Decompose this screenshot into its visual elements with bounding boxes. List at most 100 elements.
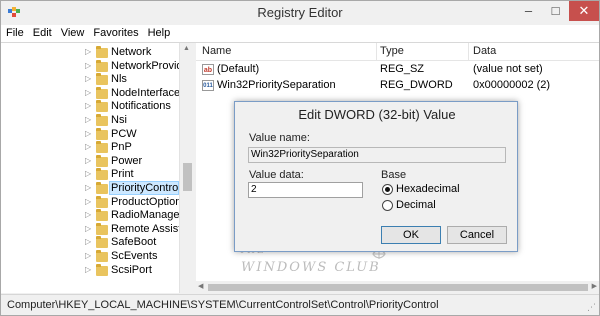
folder-icon (96, 86, 108, 99)
cancel-button[interactable]: Cancel (447, 226, 507, 244)
column-header-data[interactable]: Data (473, 45, 496, 57)
scroll-left-arrow-icon[interactable]: ◀ (198, 282, 203, 290)
menu-view[interactable]: View (56, 25, 89, 39)
expand-chevron-icon[interactable]: ▷ (85, 251, 93, 260)
tree-item-label: Nsi (111, 114, 127, 126)
list-horizontal-scrollbar[interactable]: ◀ ▶ (196, 281, 599, 294)
value-type: REG_SZ (380, 63, 425, 75)
tree-item[interactable]: ▷ ScsiPort (1, 263, 179, 278)
expand-chevron-icon[interactable]: ▷ (85, 88, 93, 97)
decimal-radio-button[interactable] (382, 200, 393, 211)
tree-item-label: ProductOptions (111, 195, 181, 208)
folder-icon (96, 209, 108, 222)
value-name-field[interactable]: Win32PrioritySeparation (248, 147, 506, 163)
folder-icon (96, 222, 108, 235)
hexadecimal-radio-button[interactable] (382, 184, 393, 195)
tree-item-label: NodeInterfaces (111, 86, 181, 99)
ok-button[interactable]: OK (381, 226, 441, 244)
folder-icon (96, 263, 108, 276)
tree-item[interactable]: ▷ PCW (1, 127, 179, 142)
resize-grip-icon[interactable]: ⋰ (587, 302, 596, 313)
value-data-input[interactable]: 2 (248, 182, 363, 198)
menu-file[interactable]: File (1, 25, 28, 39)
expand-chevron-icon[interactable]: ▷ (85, 224, 93, 233)
tree-item[interactable]: ▷ PnP (1, 141, 179, 155)
menu-favorites[interactable]: Favorites (88, 25, 142, 39)
expand-chevron-icon[interactable]: ▷ (85, 237, 93, 246)
expand-chevron-icon[interactable]: ▷ (85, 101, 93, 110)
list-scroll-thumb[interactable] (208, 284, 588, 291)
expand-chevron-icon[interactable]: ▷ (85, 74, 93, 83)
scroll-right-arrow-icon[interactable]: ▶ (592, 282, 597, 290)
tree-item[interactable]: ▷ Power (1, 154, 179, 169)
tree-item[interactable]: ▷ SafeBoot (1, 236, 179, 250)
maximize-button[interactable]: □ (542, 1, 569, 21)
tree-scroll-thumb[interactable] (183, 163, 192, 191)
column-header-type[interactable]: Type (380, 45, 404, 57)
tree-item-label: PnP (111, 141, 132, 154)
tree-item-label: RadioManageme (111, 209, 181, 222)
dword-value-icon: 011 (202, 80, 214, 91)
tree-item[interactable]: ▷ Network (1, 46, 179, 60)
watermark-line-2: WINDOWS CLUB (241, 260, 381, 275)
expand-chevron-icon[interactable]: ▷ (85, 115, 93, 124)
tree-item-label: Power (111, 154, 143, 167)
expand-chevron-icon[interactable]: ▷ (85, 265, 93, 274)
close-button[interactable]: ✕ (569, 1, 599, 21)
tree-item-label: Nls (111, 73, 127, 86)
folder-icon (96, 250, 108, 262)
value-data-label: Value data: (249, 169, 304, 181)
scroll-up-arrow-icon[interactable]: ▲ (183, 45, 190, 52)
menu-edit[interactable]: Edit (28, 25, 56, 39)
tree-item[interactable]: ▷ PriorityControl (1, 181, 179, 196)
column-divider[interactable] (468, 43, 469, 61)
expand-chevron-icon[interactable]: ▷ (85, 169, 93, 178)
decimal-label: Decimal (396, 199, 436, 211)
folder-icon (96, 59, 108, 72)
tree-item[interactable]: ▷ ProductOptions (1, 195, 181, 210)
dialog-title: Edit DWORD (32-bit) Value (298, 107, 456, 122)
tree-item[interactable]: ▷ RadioManageme (1, 209, 181, 223)
title-bar[interactable]: Registry Editor – □ ✕ (1, 1, 599, 25)
value-type: REG_DWORD (380, 79, 453, 91)
minimize-button[interactable]: – (515, 1, 542, 21)
folder-icon (96, 141, 108, 154)
column-divider[interactable] (376, 43, 377, 61)
tree-item-label: ScsiPort (111, 263, 152, 276)
expand-chevron-icon[interactable]: ▷ (85, 47, 93, 56)
menu-help[interactable]: Help (143, 25, 175, 39)
tree-item-label: Remote Assistan (111, 222, 181, 235)
tree-item[interactable]: ▷ Notifications (1, 100, 179, 114)
expand-chevron-icon[interactable]: ▷ (85, 129, 93, 138)
expand-chevron-icon[interactable]: ▷ (85, 156, 93, 165)
folder-icon (96, 127, 108, 140)
tree-item[interactable]: ▷ NetworkProvider (1, 59, 181, 74)
folder-icon (96, 195, 108, 208)
folder-icon (96, 154, 108, 167)
tree-item[interactable]: ▷ Nsi (1, 114, 179, 128)
tree-vertical-scrollbar[interactable]: ▲ (179, 43, 194, 293)
value-name: (Default) (217, 63, 260, 75)
tree-item[interactable]: ▷ ScEvents (1, 250, 179, 264)
folder-icon (96, 182, 108, 194)
tree-item[interactable]: ▷ Remote Assistan (1, 222, 181, 237)
column-header-name[interactable]: Name (202, 45, 231, 57)
base-group-label: Base (381, 169, 407, 181)
values-list-header: Name Type Data (196, 43, 599, 61)
tree-item-label: Network (111, 46, 152, 58)
expand-chevron-icon[interactable]: ▷ (85, 197, 93, 206)
expand-chevron-icon[interactable]: ▷ (85, 61, 93, 70)
tree-item-label: SafeBoot (111, 236, 157, 249)
registry-editor-window: Registry Editor – □ ✕ File Edit View Favori… (0, 0, 600, 316)
tree-item[interactable]: ▷ Nls (1, 73, 179, 87)
expand-chevron-icon[interactable]: ▷ (85, 210, 93, 219)
value-row[interactable]: 011 Win32PrioritySeparation REG_DWORD 0x… (196, 78, 599, 94)
tree-item-label: Notifications (111, 100, 171, 113)
registry-key-tree[interactable]: ▷ Network ▷ NetworkProvider ▷ Nls ▷ NodeInterfa… (1, 43, 194, 293)
expand-chevron-icon[interactable]: ▷ (85, 142, 93, 151)
menu-bar: File Edit View Favorites Help (1, 25, 599, 43)
value-data: 0x00000002 (2) (473, 79, 551, 91)
value-row[interactable]: ab (Default) REG_SZ (value not set) (196, 62, 599, 78)
expand-chevron-icon[interactable]: ▷ (85, 183, 93, 192)
tree-item[interactable]: ▷ NodeInterfaces (1, 86, 181, 101)
